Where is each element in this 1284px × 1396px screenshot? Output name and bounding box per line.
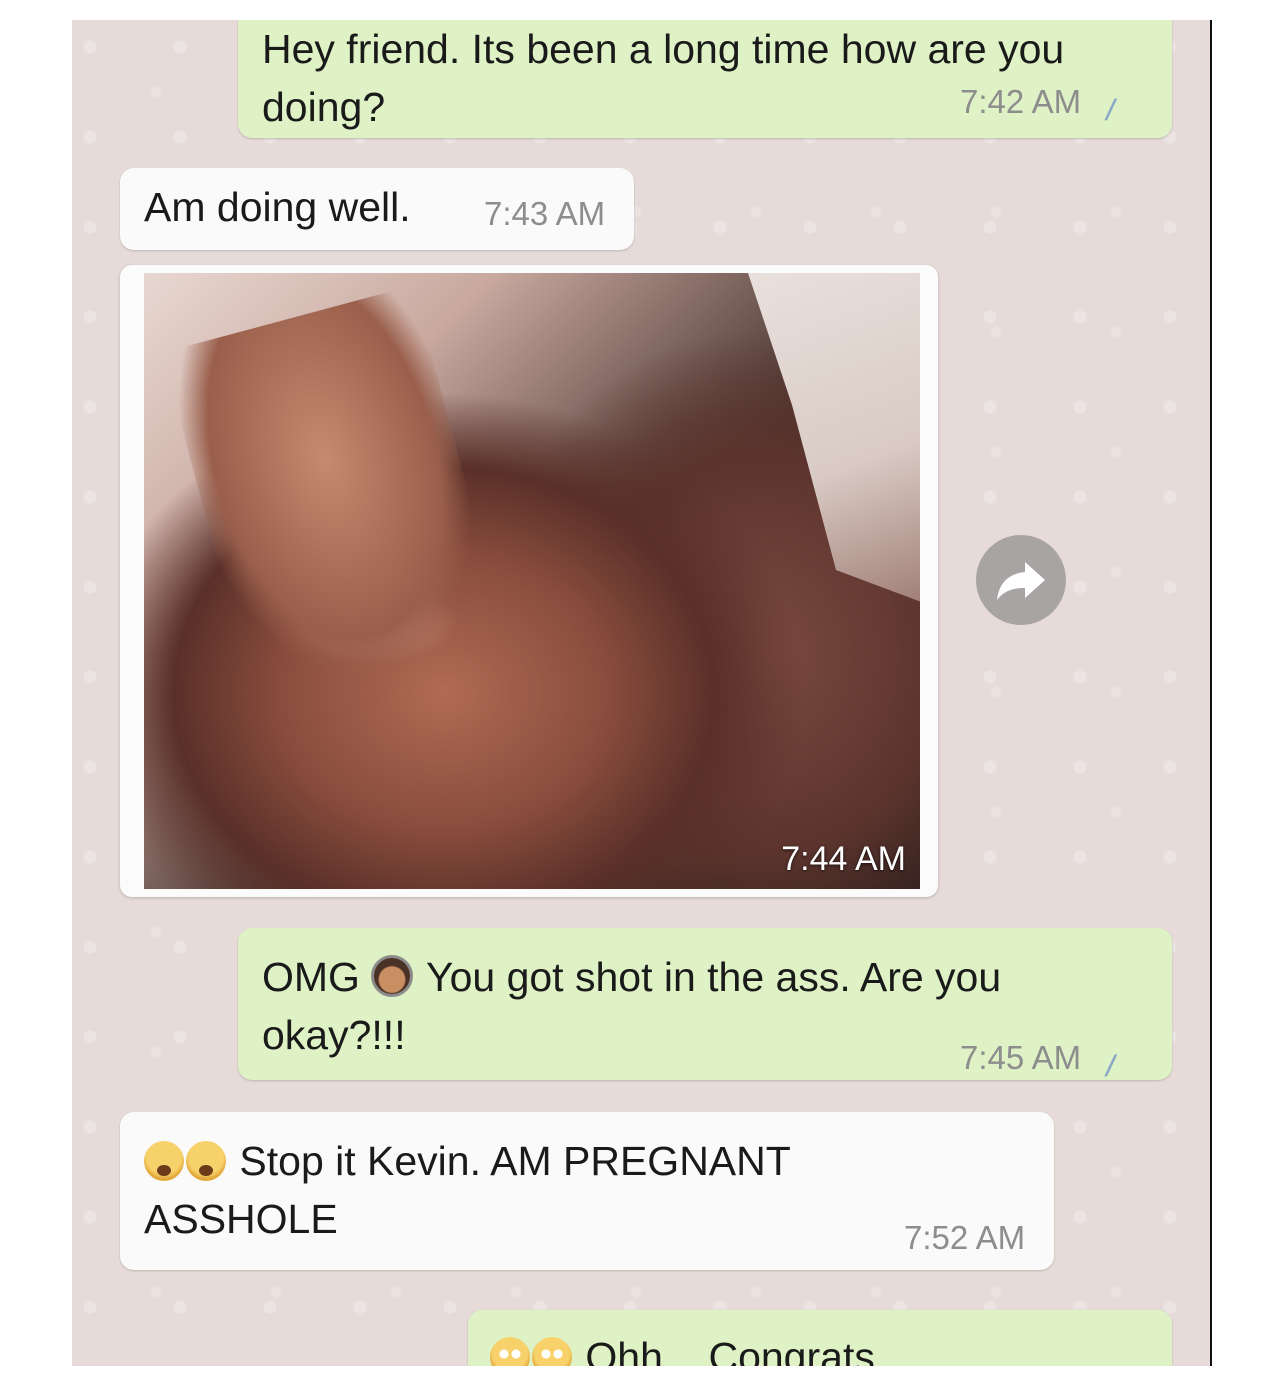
photo-cloth-shape	[748, 273, 920, 603]
right-border	[1210, 20, 1212, 1366]
message-time: 7:44 AM	[781, 840, 906, 878]
photo-hand-shape	[161, 285, 507, 701]
message-text-wrap: Stop it Kevin. AM PREGNANT ASSHOLE	[144, 1132, 904, 1248]
chat-area: Hey friend. Its been a long time how are…	[72, 20, 1212, 1366]
flushed-face-emoji-icon	[532, 1337, 572, 1366]
message-text: Am doing well.	[144, 184, 411, 230]
screaming-face-emoji-icon	[186, 1141, 226, 1181]
message-time: 7:42 AM	[960, 83, 1082, 120]
message-time: 7:45 AM	[960, 1039, 1082, 1076]
double-check-icon: //	[1106, 94, 1112, 127]
double-check-icon: //	[1106, 1050, 1112, 1083]
message-incoming[interactable]: Am doing well. 7:43 AM	[120, 168, 634, 250]
photo-image[interactable]: 7:44 AM	[144, 273, 920, 889]
message-outgoing[interactable]: Ohh... Congrats	[468, 1310, 1172, 1366]
message-text-wrap: Ohh... Congrats	[490, 1328, 1130, 1366]
message-time: 7:43 AM	[484, 195, 606, 232]
message-text: Stop it Kevin. AM PREGNANT ASSHOLE	[144, 1138, 791, 1242]
message-outgoing[interactable]: OMG You got shot in the ass. Are you oka…	[238, 928, 1172, 1083]
message-photo[interactable]: 7:44 AM	[120, 265, 938, 897]
message-text-prefix: OMG	[262, 954, 360, 1000]
flushed-face-emoji-icon	[490, 1337, 530, 1366]
message-incoming[interactable]: Stop it Kevin. AM PREGNANT ASSHOLE 7:52 …	[120, 1112, 1054, 1270]
message-outgoing[interactable]: Hey friend. Its been a long time how are…	[238, 20, 1172, 138]
woman-emoji-icon	[371, 955, 414, 997]
forward-arrow-icon[interactable]	[976, 535, 1066, 625]
screaming-face-emoji-icon	[144, 1141, 184, 1181]
message-text: Ohh... Congrats	[585, 1334, 875, 1366]
message-time: 7:52 AM	[904, 1219, 1026, 1256]
